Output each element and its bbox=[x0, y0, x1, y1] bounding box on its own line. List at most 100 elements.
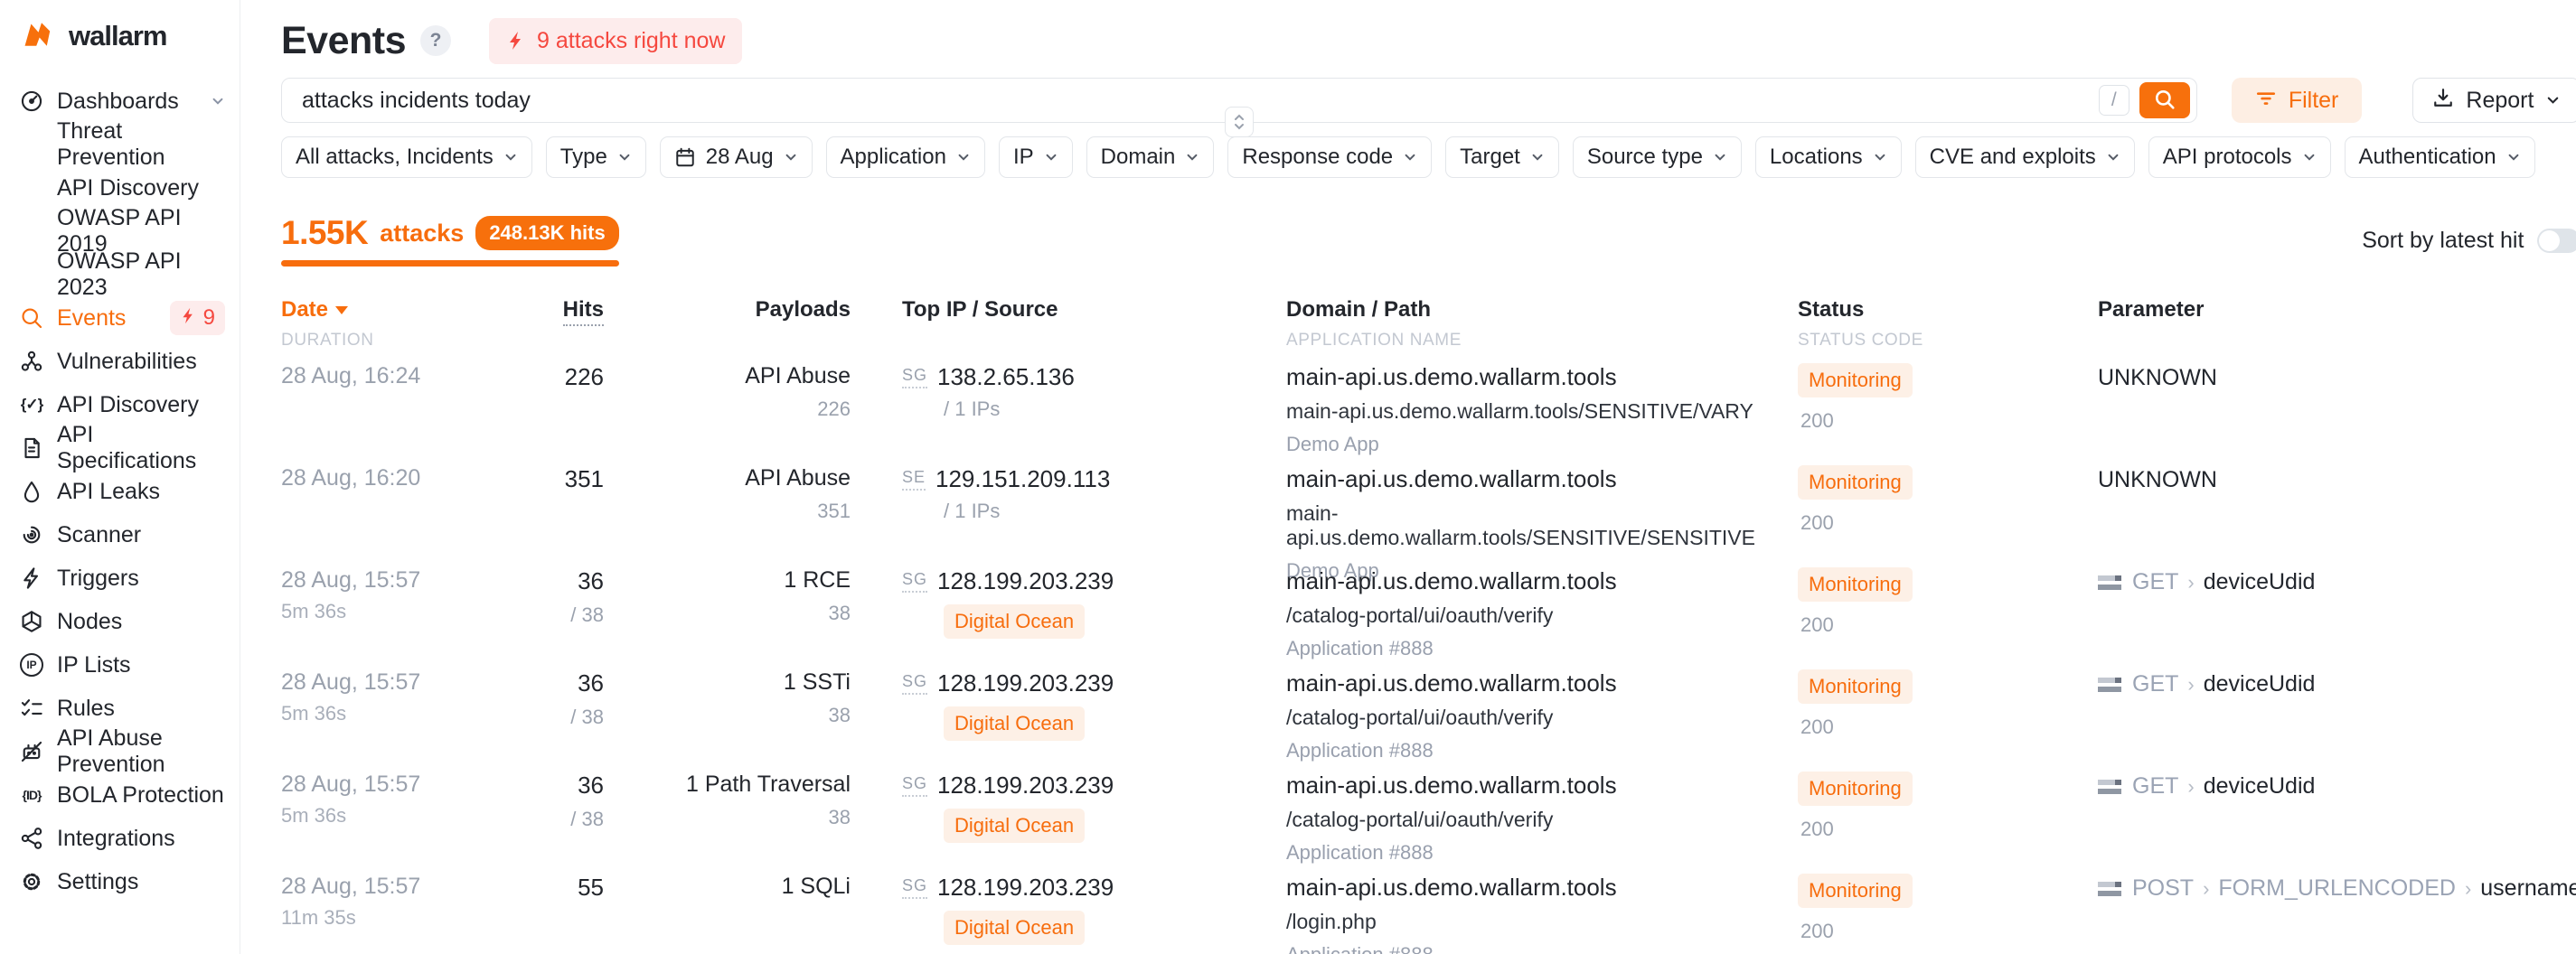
filter-chip-cve-and-exploits[interactable]: CVE and exploits bbox=[1915, 136, 2135, 178]
table-row[interactable]: 28 Aug, 15:5711m 35s551 SQLiSG128.199.20… bbox=[281, 861, 2576, 954]
status-badge: Monitoring bbox=[1798, 772, 1913, 806]
search-button[interactable] bbox=[2139, 82, 2190, 118]
payload-type: 1 SQLi bbox=[604, 874, 851, 900]
sidebar-item-triggers[interactable]: Triggers bbox=[18, 556, 225, 600]
chevron-down-icon bbox=[2545, 88, 2561, 114]
sidebar-subitem-threat-prevention[interactable]: Threat Prevention bbox=[18, 123, 225, 166]
sidebar-item-rules[interactable]: Rules bbox=[18, 687, 225, 730]
report-button[interactable]: Report bbox=[2412, 78, 2576, 123]
table-row[interactable]: 28 Aug, 15:575m 36s36/ 381 SSTi38SG128.1… bbox=[281, 657, 2576, 759]
filter-chip-label: Application bbox=[841, 145, 946, 170]
sidebar-subitem-owasp-api-2019[interactable]: OWASP API 2019 bbox=[18, 210, 225, 253]
application-name: Application #888 bbox=[1286, 637, 1798, 660]
search-expand-handle[interactable] bbox=[1225, 107, 1254, 137]
sort-toggle[interactable] bbox=[2537, 229, 2576, 253]
filter-chip-locations[interactable]: Locations bbox=[1755, 136, 1902, 178]
cell-hits: 36/ 38 bbox=[525, 567, 604, 660]
filter-chip-application[interactable]: Application bbox=[826, 136, 985, 178]
sidebar-item-label: Events bbox=[57, 305, 126, 332]
filter-chip-domain[interactable]: Domain bbox=[1086, 136, 1215, 178]
filter-chip-ip[interactable]: IP bbox=[999, 136, 1073, 178]
cell-parameter: GET›deviceUdid bbox=[2098, 669, 2576, 762]
filter-chip-authentication[interactable]: Authentication bbox=[2345, 136, 2535, 178]
cell-date: 28 Aug, 15:575m 36s bbox=[281, 567, 525, 660]
table-row[interactable]: 28 Aug, 15:575m 36s36/ 381 Path Traversa… bbox=[281, 759, 2576, 861]
cell-domain: main-api.us.demo.wallarm.tools/catalog-p… bbox=[1286, 669, 1798, 762]
column-subheader-duration: DURATION bbox=[281, 331, 525, 351]
country-code: SE bbox=[902, 468, 926, 491]
cell-source: SG128.199.203.239Digital Ocean bbox=[902, 874, 1286, 954]
parameter-line: GET›deviceUdid bbox=[2098, 669, 2576, 697]
attacks-unit-label: attacks bbox=[380, 220, 464, 248]
filter-chip-api-protocols[interactable]: API protocols bbox=[2148, 136, 2331, 178]
filter-chip-source-type[interactable]: Source type bbox=[1573, 136, 1742, 178]
help-icon[interactable]: ? bbox=[420, 25, 451, 56]
table-row[interactable]: 28 Aug, 16:24226API Abuse226SG138.2.65.1… bbox=[281, 351, 2576, 453]
filter-button[interactable]: Filter bbox=[2232, 78, 2363, 123]
chevron-down-icon bbox=[1530, 150, 1545, 164]
wallarm-logo[interactable]: wallarm bbox=[24, 20, 225, 52]
status-badge: Monitoring bbox=[1798, 465, 1913, 500]
search-row: / Filter Report bbox=[281, 78, 2576, 123]
chevron-down-icon bbox=[956, 150, 971, 164]
sort-control: Sort by latest hit bbox=[2362, 228, 2576, 254]
source-provider-badge: Digital Ocean bbox=[944, 911, 1085, 945]
events-table-body: 28 Aug, 16:24226API Abuse226SG138.2.65.1… bbox=[281, 351, 2576, 954]
status-code: 200 bbox=[1798, 716, 2098, 739]
filter-icon bbox=[2255, 87, 2277, 115]
chevron-down-icon bbox=[1713, 150, 1727, 164]
parameter-line: GET›deviceUdid bbox=[2098, 567, 2576, 595]
payload-type: API Abuse bbox=[604, 465, 851, 491]
sidebar-item-settings[interactable]: Settings bbox=[18, 860, 225, 903]
sidebar-item-api-abuse-prevention[interactable]: API Abuse Prevention bbox=[18, 730, 225, 773]
main-content: Events ? 9 attacks right now / bbox=[240, 0, 2576, 954]
sidebar-item-events[interactable]: Events 9 bbox=[18, 296, 225, 340]
sidebar-item-bola-protection[interactable]: {ID}BOLA Protection bbox=[18, 773, 225, 817]
sidebar-item-scanner[interactable]: Scanner bbox=[18, 513, 225, 556]
filter-chip-type[interactable]: Type bbox=[546, 136, 646, 178]
chevron-down-icon bbox=[1185, 150, 1199, 164]
sidebar-item-integrations[interactable]: Integrations bbox=[18, 817, 225, 860]
attacks-tab[interactable]: 1.55K attacks 248.13K hits bbox=[281, 214, 619, 267]
filter-chip-28-aug[interactable]: 28 Aug bbox=[660, 136, 813, 178]
domain: main-api.us.demo.wallarm.tools bbox=[1286, 772, 1798, 800]
cell-payloads: 1 Path Traversal38 bbox=[604, 772, 851, 865]
events-count-badge: 9 bbox=[170, 301, 225, 335]
filter-chip-label: Domain bbox=[1101, 145, 1176, 170]
cell-date: 28 Aug, 16:20 bbox=[281, 465, 525, 583]
parameter-segment: deviceUdid bbox=[2204, 671, 2316, 697]
sidebar-item-label: API Abuse Prevention bbox=[57, 725, 225, 778]
cell-hits: 55 bbox=[525, 874, 604, 954]
application-name: Application #888 bbox=[1286, 943, 1798, 954]
sidebar-item-api-discovery[interactable]: {✓}API Discovery bbox=[18, 383, 225, 426]
filter-chip-all-attacks-incidents[interactable]: All attacks, Incidents bbox=[281, 136, 532, 178]
filter-chip-response-code[interactable]: Response code bbox=[1227, 136, 1432, 178]
sidebar-subitem-owasp-api-2023[interactable]: OWASP API 2023 bbox=[18, 253, 225, 296]
column-header-domain: Domain / Path bbox=[1286, 297, 1798, 323]
source-ip-count: / 1 IPs bbox=[944, 398, 1286, 421]
sidebar-item-dashboards[interactable]: Dashboards bbox=[18, 80, 225, 123]
sidebar-item-vulnerabilities[interactable]: Vulnerabilities bbox=[18, 340, 225, 383]
sidebar-item-api-specifications[interactable]: API Specifications bbox=[18, 426, 225, 470]
cell-domain: main-api.us.demo.wallarm.tools/catalog-p… bbox=[1286, 772, 1798, 865]
table-row[interactable]: 28 Aug, 15:575m 36s36/ 381 RCE38SG128.19… bbox=[281, 555, 2576, 657]
sidebar-item-nodes[interactable]: Nodes bbox=[18, 600, 225, 643]
filter-chip-label: CVE and exploits bbox=[1930, 145, 2096, 170]
sidebar-item-label: IP Lists bbox=[57, 652, 131, 678]
status-code: 200 bbox=[1798, 818, 2098, 841]
app-root: wallarm DashboardsThreat PreventionAPI D… bbox=[0, 0, 2576, 954]
bolt-icon bbox=[180, 305, 197, 331]
column-header-hits: Hits bbox=[563, 297, 604, 326]
sidebar-item-ip-lists[interactable]: IPIP Lists bbox=[18, 643, 225, 687]
cell-hits: 351 bbox=[525, 465, 604, 583]
column-header-date[interactable]: Date bbox=[281, 297, 525, 323]
search-input[interactable] bbox=[302, 88, 2099, 114]
filter-chip-target[interactable]: Target bbox=[1445, 136, 1559, 178]
table-row[interactable]: 28 Aug, 16:20351API Abuse351SE129.151.20… bbox=[281, 453, 2576, 555]
status-badge: Monitoring bbox=[1798, 567, 1913, 602]
path: /login.php bbox=[1286, 910, 1798, 934]
sidebar-item-api-leaks[interactable]: API Leaks bbox=[18, 470, 225, 513]
parameter-segment: deviceUdid bbox=[2204, 569, 2316, 595]
braces-check-icon: {✓} bbox=[18, 396, 45, 414]
sidebar-subitem-api-discovery[interactable]: API Discovery bbox=[18, 166, 225, 210]
